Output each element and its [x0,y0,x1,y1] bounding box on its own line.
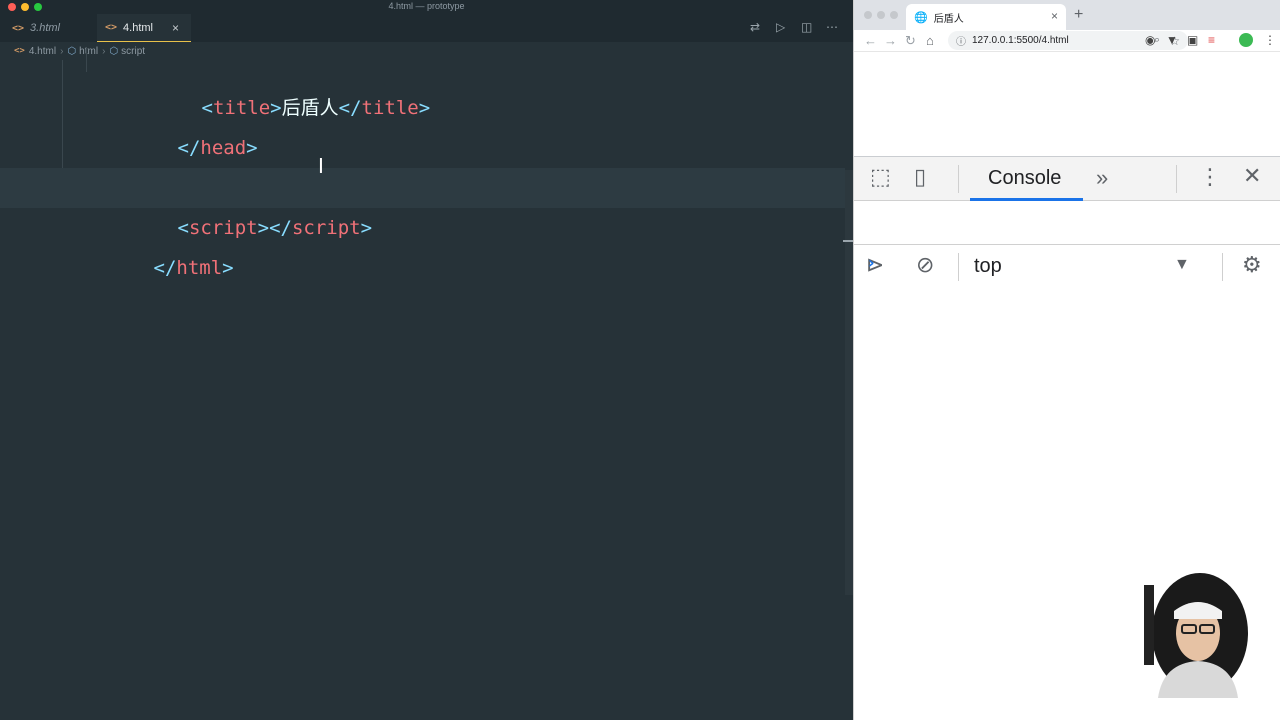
console-prompt[interactable]: › [868,253,875,272]
tab-console[interactable]: Console [988,167,1061,190]
profile-avatar[interactable] [1239,33,1253,47]
browser-tab[interactable]: 🌐 后盾人 × [906,4,1066,30]
editor-scrollbar[interactable] [845,170,853,595]
webcam-overlay [1144,573,1248,698]
code-line[interactable]: <body></body> [0,128,845,199]
window-title: 4.html — prototype [388,1,465,11]
code-line[interactable]: </html> [0,208,845,279]
text-cursor-icon: Ι [318,154,324,178]
editor-titlebar: 4.html — prototype [0,0,853,14]
tab-label: 4.html [123,21,154,34]
dropdown-arrow-icon[interactable]: ▼ [1174,256,1190,274]
html-file-icon: <> [105,22,118,33]
extension-icon[interactable]: ▣ [1187,33,1198,47]
divider [1176,165,1177,193]
home-icon[interactable]: ⌂ [926,33,934,48]
more-tabs-icon[interactable]: » [1096,165,1108,191]
new-tab-button[interactable]: + [1074,6,1083,24]
reload-icon[interactable]: ↻ [905,33,916,49]
browser-tabstrip: 🌐 后盾人 × + [854,0,1280,30]
run-icon[interactable]: ▷ [776,20,785,34]
close-tab-icon[interactable]: × [172,21,179,35]
device-toolbar-icon[interactable]: ▯ [914,165,926,190]
close-icon[interactable]: ✕ [1243,164,1261,189]
divider [1222,253,1223,281]
page-viewport [854,52,1280,156]
menu-icon[interactable]: ⋮ [1264,33,1276,47]
zoom-window-button[interactable] [890,11,898,19]
divider [958,253,959,281]
minimize-window-button[interactable] [877,11,885,19]
browser-tab-title: 后盾人 [933,13,964,25]
editor-tabbar: <> 3.html <> 4.html × [0,14,853,42]
gear-icon[interactable]: ⚙ [1242,253,1262,278]
extension-icon[interactable]: ◉ [1145,33,1155,47]
split-editor-icon[interactable]: ◫ [801,20,812,34]
inspect-element-icon[interactable]: ⬚ [870,165,891,190]
devtools-tabbar: ⬚ ▯ Console » ⋮ ✕ [854,157,1280,201]
close-window-button[interactable] [864,11,872,19]
kebab-menu-icon[interactable]: ⋮ [1199,165,1221,190]
tab-label: 3.html [30,22,61,34]
tab-3-html[interactable]: <> 3.html [12,14,97,42]
code-editor-window: 4.html — prototype <> 3.html <> 4.html ×… [0,0,853,720]
context-selector[interactable]: top [974,255,1002,278]
globe-icon: 🌐 [914,11,928,24]
back-icon[interactable]: ← [864,33,877,48]
code-line[interactable]: <title>后盾人</title> [0,48,845,119]
forward-icon[interactable]: → [884,33,897,48]
extension-icon[interactable]: ▼ [1166,33,1178,47]
extension-icon[interactable]: ≡ [1208,33,1215,47]
more-actions-icon[interactable]: ⋯ [826,20,838,34]
console-toolbar: ⊳ ⊘ top ▼ ⚙ [854,201,1280,281]
info-icon[interactable]: ⓘ [956,33,966,48]
html-file-icon: <> [12,22,25,34]
code-line-active[interactable]: <script></script> [0,168,845,239]
scrollbar-thumb[interactable] [843,240,853,242]
clear-console-icon[interactable]: ⊘ [916,253,934,278]
close-tab-icon[interactable]: × [1051,9,1058,23]
url-text: 127.0.0.1:5500/4.html [972,35,1069,46]
source-control-icon[interactable]: ⇄ [750,20,760,34]
browser-toolbar: ← → ↻ ⌂ ⓘ 127.0.0.1:5500/4.html ⌕ ☆ ◉ ▼ … [854,30,1280,52]
screen: 4.html — prototype <> 3.html <> 4.html ×… [0,0,1280,720]
code-line[interactable]: </head> [0,88,845,159]
divider [958,165,959,193]
